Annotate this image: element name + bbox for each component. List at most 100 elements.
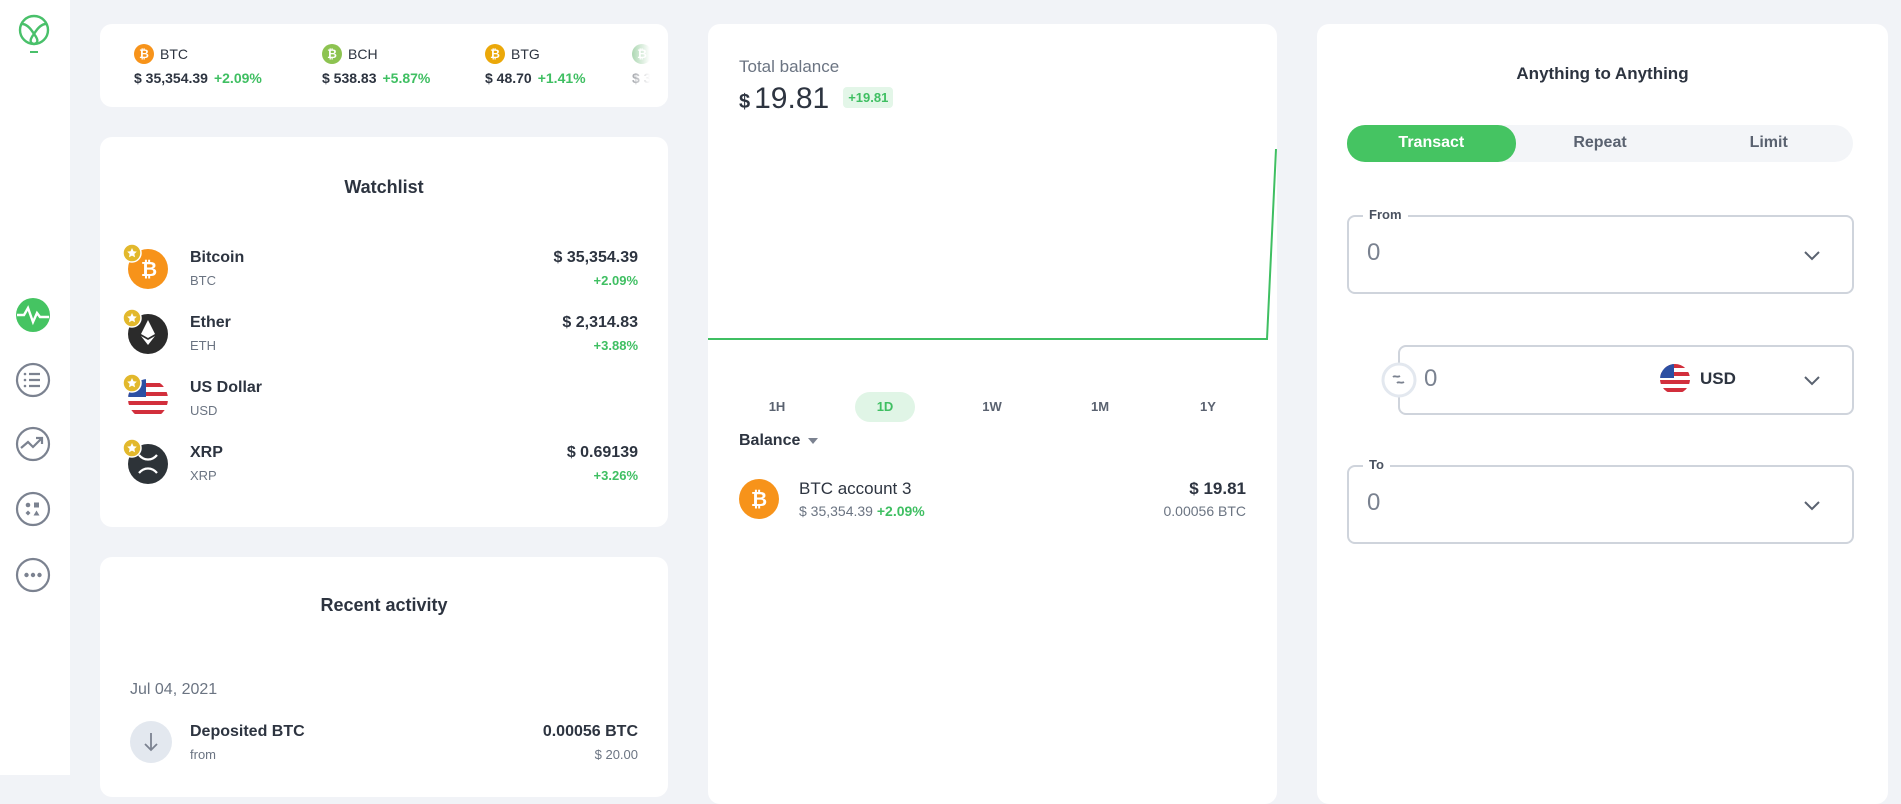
account-name: BTC account 3 — [799, 479, 912, 498]
timeframe-1y[interactable]: 1Y — [1178, 392, 1238, 422]
asset-symbol: USD — [190, 403, 218, 418]
to-field[interactable]: To 0 — [1347, 457, 1854, 544]
asset-change: +2.09% — [593, 273, 638, 288]
balance-card: Total balance $ 19.81 +19.81 1H 1D 1W 1M 1Y … — [708, 24, 1277, 804]
watchlist-title: Watchlist — [344, 177, 424, 197]
uphold-logo-icon[interactable] — [16, 14, 52, 54]
balance-chart — [708, 148, 1277, 340]
coin-icon: ₿ — [485, 44, 505, 64]
watchlist-item[interactable]: ₿ Bitcoin BTC $ 35,354.39 +2.09% — [122, 243, 638, 299]
tab-repeat[interactable]: Repeat — [1516, 125, 1685, 162]
account-row[interactable]: ₿ BTC account 3 $ 35,354.39 +2.09% $ 19.… — [739, 479, 1246, 529]
chevron-down-icon[interactable] — [1802, 495, 1822, 515]
currency-label: USD — [1700, 369, 1736, 388]
coin-icon: ₿ — [322, 44, 342, 64]
timeframe-1w[interactable]: 1W — [962, 392, 1022, 422]
total-balance-amount: 19.81 — [754, 82, 830, 115]
ticker-price: $ 538.83 — [322, 70, 377, 86]
ticker-change: +5.87% — [382, 70, 431, 86]
fade-overlay — [608, 24, 668, 107]
from-value[interactable]: 0 — [1367, 239, 1380, 267]
swap-icon[interactable] — [1381, 362, 1417, 398]
recent-activity-card: Recent activity Jul 04, 2021 Deposited B… — [100, 557, 668, 797]
ticker-symbol: BTG — [511, 46, 540, 62]
ticker-price: $ 48.70 — [485, 70, 532, 86]
ticker-price: $ 35,354.39 — [134, 70, 208, 86]
activity-value: $ 20.00 — [594, 747, 638, 762]
currency-symbol: $ — [739, 91, 751, 113]
activity-date: Jul 04, 2021 — [130, 681, 218, 698]
bitcoin-icon: ₿ — [739, 479, 779, 519]
tab-transact[interactable]: Transact — [1347, 125, 1516, 162]
us-flag-icon — [122, 373, 168, 419]
svg-text:₿: ₿ — [751, 489, 767, 511]
caret-down-icon — [808, 438, 819, 444]
from-label: From — [1363, 207, 1408, 222]
asset-symbol: BTC — [190, 273, 216, 288]
ether-icon — [122, 308, 168, 354]
ticker-item[interactable]: ₿ BTC $ 35,354.39 +2.09% — [134, 44, 262, 86]
asset-price: $ 2,314.83 — [562, 314, 638, 331]
account-change: +2.09% — [876, 503, 925, 519]
to-value[interactable]: 0 — [1367, 489, 1380, 517]
ticker-symbol: BTC — [160, 46, 188, 62]
tab-limit[interactable]: Limit — [1684, 125, 1853, 162]
exchange-card: Anything to Anything Transact Repeat Limit… — [1317, 24, 1888, 804]
ticker-symbol: BCH — [348, 46, 378, 62]
asset-name: XRP — [190, 444, 223, 461]
to-label: To — [1363, 457, 1390, 472]
asset-price: $ 35,354.39 — [553, 249, 638, 266]
amount-value[interactable]: 0 — [1424, 365, 1437, 393]
chevron-down-icon[interactable] — [1802, 370, 1822, 390]
total-balance-label: Total balance — [739, 57, 840, 76]
bitcoin-icon: ₿ — [122, 243, 168, 289]
timeframe-1m[interactable]: 1M — [1070, 392, 1130, 422]
account-amount: 0.00056 BTC — [1163, 503, 1247, 519]
amount-field[interactable]: 0 USD — [1398, 345, 1854, 415]
activity-icon[interactable] — [15, 297, 51, 333]
asset-symbol: ETH — [190, 338, 216, 353]
svg-text:₿: ₿ — [141, 259, 157, 281]
ticker-change: +1.41% — [537, 70, 586, 86]
asset-name: Bitcoin — [190, 249, 245, 266]
activity-title: Deposited BTC — [190, 723, 305, 740]
more-icon[interactable] — [15, 557, 51, 593]
balance-change-badge: +19.81 — [843, 87, 894, 108]
sidebar — [0, 0, 70, 775]
account-value: $ 19.81 — [1189, 479, 1246, 498]
asset-name: Ether — [190, 314, 231, 331]
ticker-item[interactable]: ₿ BCH $ 538.83 +5.87% — [322, 44, 430, 86]
watchlist-item[interactable]: Ether ETH $ 2,314.83 +3.88% — [122, 308, 638, 364]
ticker-bar: ₿ BTC $ 35,354.39 +2.09% ₿ BCH $ 538.83 +5.87% ₿… — [100, 24, 668, 107]
watchlist-card: Watchlist ₿ Bitcoin BTC $ 35,354.39 +2.09% Et… — [100, 137, 668, 527]
activity-amount: 0.00056 BTC — [542, 723, 638, 740]
chevron-down-icon[interactable] — [1802, 245, 1822, 265]
balance-line — [708, 148, 1277, 340]
watchlist-item[interactable]: US Dollar USD — [122, 373, 638, 429]
list-icon[interactable] — [15, 362, 51, 398]
exchange-title: Anything to Anything — [1516, 64, 1689, 83]
asset-price: $ 0.69139 — [566, 444, 638, 461]
timeframe-1h[interactable]: 1H — [747, 392, 807, 422]
recent-activity-title: Recent activity — [320, 595, 448, 615]
ticker-item[interactable]: ₿ BTG $ 48.70 +1.41% — [485, 44, 586, 86]
asset-change: +3.26% — [593, 468, 638, 483]
apps-icon[interactable] — [15, 491, 51, 527]
ticker-change: +2.09% — [213, 70, 262, 86]
trending-icon[interactable] — [15, 426, 51, 462]
balance-dropdown[interactable]: Balance — [739, 432, 819, 450]
asset-change: +3.88% — [593, 338, 638, 353]
timeframe-1d[interactable]: 1D — [855, 392, 915, 422]
account-price: $ 35,354.39 — [799, 503, 873, 519]
arrow-down-icon — [130, 721, 172, 763]
balance-section-label: Balance — [739, 432, 801, 449]
activity-item[interactable]: Deposited BTC from 0.00056 BTC $ 20.00 — [130, 721, 638, 773]
coin-icon: ₿ — [134, 44, 154, 64]
from-field[interactable]: From 0 — [1347, 207, 1854, 294]
asset-name: US Dollar — [190, 379, 263, 396]
mode-tabs: Transact Repeat Limit — [1347, 125, 1853, 162]
activity-sub: from — [190, 747, 216, 762]
watchlist-item[interactable]: XRP XRP $ 0.69139 +3.26% — [122, 438, 638, 494]
xrp-icon — [122, 438, 168, 484]
us-flag-icon — [1660, 364, 1690, 394]
